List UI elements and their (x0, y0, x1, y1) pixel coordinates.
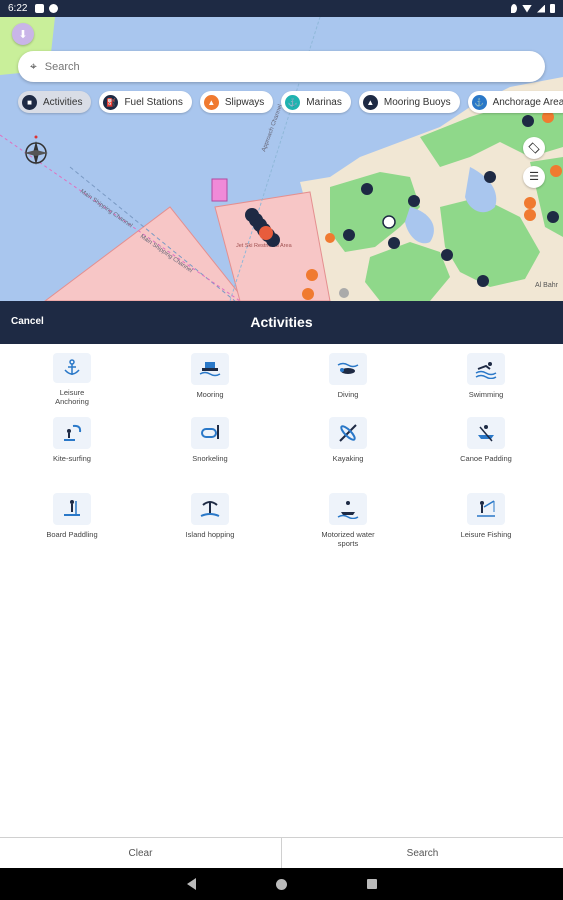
compass-icon (24, 135, 48, 165)
activity-snorkeling[interactable]: Snorkeling (141, 417, 279, 470)
swimming-icon (467, 353, 505, 385)
location-icon (511, 4, 517, 13)
search-bar[interactable]: ⌖ (18, 51, 545, 82)
activity-canoe-padding[interactable]: Canoe Padding (417, 417, 555, 482)
activity-kayaking[interactable]: Kayaking (279, 417, 417, 470)
chip-label: Anchorage Area (492, 96, 563, 108)
activity-label: Leisure Fishing (460, 530, 512, 539)
chip-fuel-stations[interactable]: ⛽ Fuel Stations (99, 91, 192, 113)
search-input[interactable] (44, 60, 485, 73)
marina-icon: ⚓ (285, 94, 301, 110)
download-icon: ⬇ (18, 28, 28, 41)
activity-label: Board Paddling (46, 530, 98, 539)
chip-slipways[interactable]: ▲ Slipways (199, 91, 274, 113)
chip-label: Marinas (306, 96, 342, 108)
activity-label: Kayaking (332, 454, 364, 463)
kite-surfing-icon (53, 417, 91, 449)
home-icon[interactable] (275, 878, 287, 890)
activities-sheet-header: Cancel Activities (0, 301, 563, 344)
channel-label-1: Main Shipping Channel (79, 189, 133, 230)
chip-mooring-buoys[interactable]: ▲ Mooring Buoys (358, 91, 460, 113)
search-button[interactable]: Search (282, 838, 563, 868)
layers-button[interactable] (523, 137, 545, 159)
activity-label: Leisure Anchoring (55, 388, 89, 406)
island-hopping-icon (191, 493, 229, 525)
activity-island-hopping[interactable]: Island hopping (141, 493, 279, 546)
activity-leisure-anchoring[interactable]: Leisure Anchoring (3, 353, 141, 406)
anchor-icon (53, 353, 91, 383)
sheet-title: Activities (250, 314, 313, 330)
slipway-icon: ▲ (203, 94, 219, 110)
bottom-actions: Clear Search (0, 837, 563, 868)
status-bar: 6:22 (0, 0, 563, 17)
activity-label: Mooring (196, 390, 224, 399)
notification-icon (35, 4, 45, 13)
activity-label: Kite-surfing (53, 454, 91, 463)
kayaking-icon (329, 417, 367, 449)
al-bahr-label: Al Bahr (535, 282, 559, 289)
mooring-icon (191, 353, 229, 385)
fuel-station-icon: ⛽ (103, 94, 119, 110)
wifi-icon (522, 4, 532, 13)
battery-icon (550, 4, 555, 13)
activity-diving[interactable]: Diving (279, 353, 417, 406)
chip-label: Fuel Stations (124, 96, 183, 108)
activity-label: Island hopping (185, 530, 235, 539)
activity-label: Diving (337, 390, 359, 399)
activity-label: Motorized water sports (321, 530, 375, 548)
activity-leisure-fishing[interactable]: Leisure Fishing (417, 493, 555, 546)
chip-activities[interactable]: ■ Activities (18, 91, 92, 113)
locate-icon: ⌖ (30, 59, 37, 73)
chip-anchorage-area[interactable]: ⚓ Anchorage Area (467, 91, 563, 113)
back-icon[interactable] (186, 878, 196, 890)
my-location-button[interactable]: ⬇ (12, 23, 34, 45)
activity-swimming[interactable]: Swimming (417, 353, 555, 406)
board-paddling-icon (53, 493, 91, 525)
activity-label: Snorkeling (192, 454, 228, 463)
jet-ski-icon (329, 493, 367, 525)
activities-grid: Leisure Anchoring Mooring Diving Swimmin… (0, 353, 563, 558)
signal-icon (537, 4, 545, 13)
status-time: 6:22 (8, 3, 28, 14)
layers-icon (528, 142, 540, 154)
mooring-buoy-icon: ▲ (362, 94, 378, 110)
legend-button[interactable]: ☰ (523, 166, 545, 188)
clear-button[interactable]: Clear (0, 838, 281, 868)
activity-board-paddling[interactable]: Board Paddling (3, 493, 141, 546)
diving-icon (329, 353, 367, 385)
chip-label: Activities (43, 96, 83, 108)
jet-ski-area-label: Jet Ski Restricted Area (236, 243, 293, 249)
activity-kite-surfing[interactable]: Kite-surfing (3, 417, 141, 470)
fishing-icon (467, 493, 505, 525)
system-nav-bar (0, 868, 563, 900)
activity-label: Canoe Padding (460, 454, 512, 463)
activity-label: Swimming (468, 390, 504, 399)
activities-icon: ■ (22, 94, 37, 110)
canoe-icon (467, 417, 505, 449)
list-icon: ☰ (529, 170, 539, 183)
activity-mooring[interactable]: Mooring (141, 353, 279, 406)
chip-marinas[interactable]: ⚓ Marinas (281, 91, 351, 113)
anchor-icon: ⚓ (471, 94, 487, 110)
snorkeling-icon (191, 417, 229, 449)
filter-chips: ■ Activities ⛽ Fuel Stations ▲ Slipways … (18, 91, 563, 113)
chip-label: Slipways (224, 96, 265, 108)
sync-icon (49, 4, 59, 13)
recents-icon[interactable] (366, 879, 377, 889)
chip-label: Mooring Buoys (383, 96, 451, 108)
activity-motorized-water-sports[interactable]: Motorized water sports (279, 493, 417, 558)
